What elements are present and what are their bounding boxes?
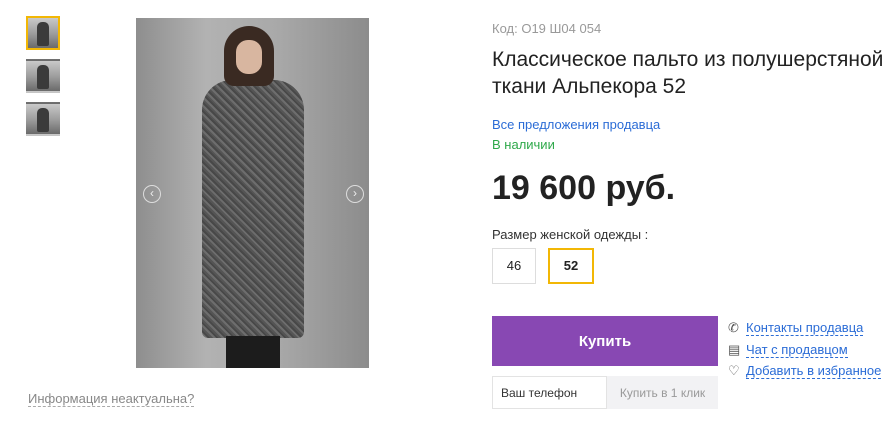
chat-label: Чат с продавцом: [746, 342, 848, 358]
thumbnail-list: [26, 16, 60, 145]
heart-icon: ♡: [728, 363, 740, 378]
thumbnail-2[interactable]: [26, 59, 60, 93]
seller-offers-link[interactable]: Все предложения продавца: [492, 117, 660, 132]
chat-with-seller-link[interactable]: ▤ Чат с продавцом: [728, 342, 848, 358]
product-photo: [136, 18, 369, 368]
size-option-52[interactable]: 52: [548, 248, 594, 284]
thumbnail-3[interactable]: [26, 102, 60, 136]
product-code: Код: О19 Ш04 054: [492, 21, 602, 36]
favorites-label: Добавить в избранное: [746, 363, 882, 379]
product-price: 19 600 руб.: [492, 169, 676, 207]
seller-contacts-link[interactable]: ✆ Контакты продавца: [728, 320, 864, 336]
coat-figure: [202, 80, 304, 338]
prev-image-icon[interactable]: ‹: [143, 185, 161, 203]
thumbnail-1[interactable]: [26, 16, 60, 50]
size-option-46[interactable]: 46: [492, 248, 536, 284]
model-face: [236, 40, 262, 74]
phone-icon: ✆: [728, 320, 739, 335]
phone-input[interactable]: [492, 376, 607, 409]
chat-icon: ▤: [728, 342, 741, 357]
seller-contacts-label: Контакты продавца: [746, 320, 864, 336]
buy-button[interactable]: Купить: [492, 316, 718, 366]
size-label: Размер женской одежды :: [492, 227, 649, 242]
one-click-buy-button[interactable]: Купить в 1 клик: [607, 376, 718, 409]
add-to-favorites-link[interactable]: ♡ Добавить в избранное: [728, 363, 882, 379]
product-title: Классическое пальто из полушерстяной тка…: [492, 48, 884, 98]
model-legs: [226, 336, 280, 368]
availability-status: В наличии: [492, 137, 555, 152]
outdated-info-link[interactable]: Информация неактуальна?: [28, 391, 195, 407]
next-image-icon[interactable]: ›: [346, 185, 364, 203]
